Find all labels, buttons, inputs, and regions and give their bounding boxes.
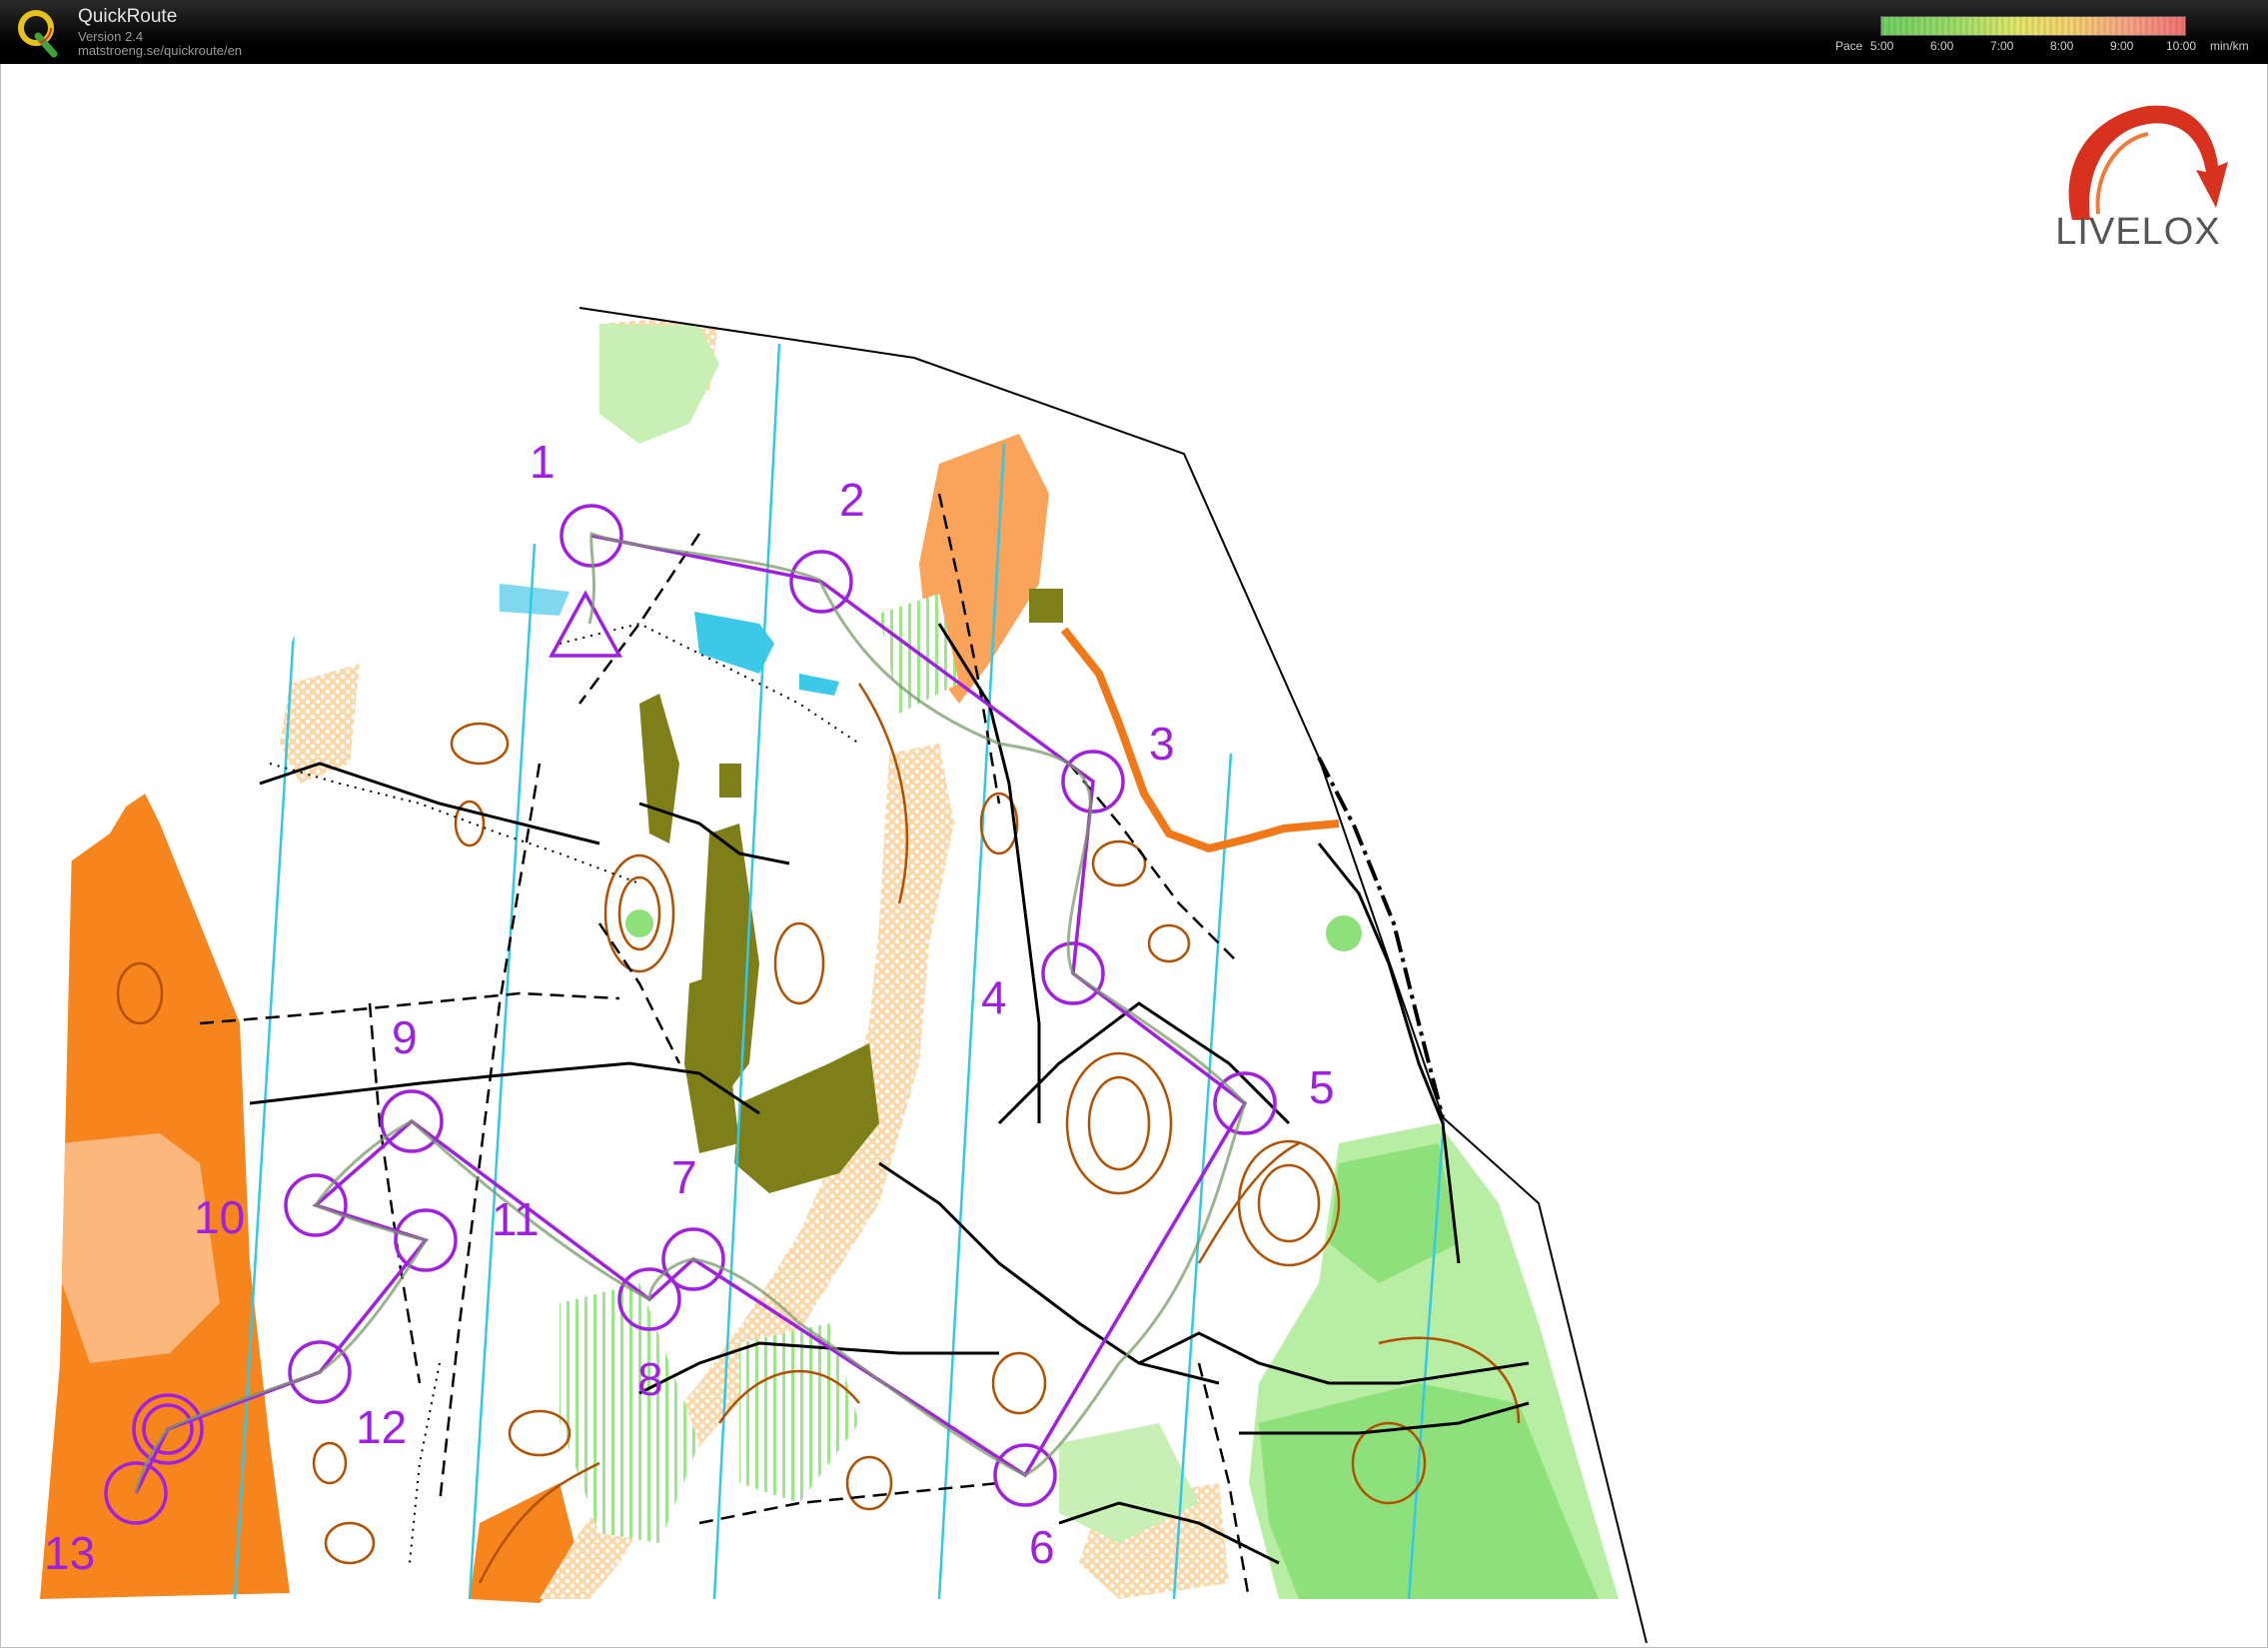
livelox-wordmark: LIVELOX — [2055, 211, 2220, 253]
control-number-1: 1 — [530, 436, 556, 488]
pace-unit: min/km — [2210, 39, 2249, 53]
pace-tick: 10:00 — [2166, 39, 2197, 53]
livelox-arrow-icon — [2068, 105, 2228, 220]
pace-tick: 9:00 — [2110, 39, 2134, 53]
control-number-11: 11 — [492, 1193, 540, 1245]
pace-tick: 5:00 — [1870, 39, 1894, 53]
control-number-8: 8 — [637, 1353, 663, 1405]
pace-tick: 7:00 — [1990, 39, 2014, 53]
app-version: Version 2.4 — [78, 29, 144, 44]
control-number-13: 13 — [44, 1527, 95, 1579]
control-number-12: 12 — [356, 1401, 407, 1453]
control-number-6: 6 — [1029, 1521, 1055, 1573]
control-number-9: 9 — [392, 1011, 418, 1063]
control-number-2: 2 — [839, 474, 865, 526]
app-url-link[interactable]: matstroeng.se/quickroute/en — [78, 43, 242, 58]
control-number-10: 10 — [194, 1191, 245, 1243]
pace-tick: 8:00 — [2050, 39, 2074, 53]
control-number-3: 3 — [1149, 718, 1175, 770]
app-toolbar: QuickRoute Version 2.4 matstroeng.se/qui… — [0, 0, 2268, 64]
control-number-5: 5 — [1309, 1061, 1335, 1113]
quickroute-logo-icon — [18, 10, 58, 58]
app-title: QuickRoute — [78, 6, 178, 27]
livelox-logo: LIVELOX — [2055, 105, 2228, 253]
control-number-4: 4 — [981, 971, 1007, 1023]
control-number-7: 7 — [671, 1151, 697, 1203]
pace-color-scale — [1880, 16, 2186, 36]
pace-label: Pace — [1835, 39, 1863, 53]
pace-tick: 6:00 — [1930, 39, 1954, 53]
orienteering-map[interactable]: 1 2 3 4 5 6 7 8 9 10 11 12 13 — [0, 64, 2268, 1649]
map-terrain — [40, 308, 1647, 1643]
